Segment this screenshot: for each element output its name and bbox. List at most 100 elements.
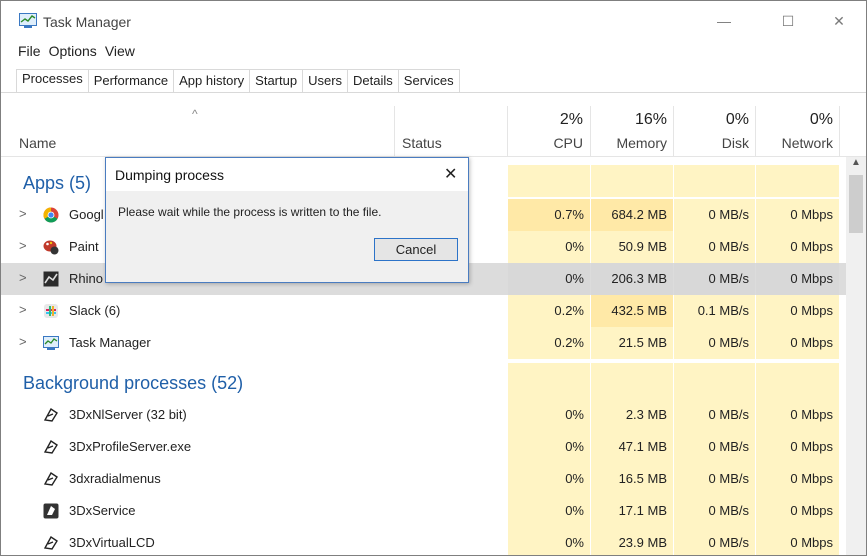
process-name: Paint — [69, 239, 99, 254]
tab-performance[interactable]: Performance — [88, 69, 175, 93]
cell-bg — [508, 363, 590, 399]
cpu-value: 0.7% — [554, 207, 584, 222]
menu-file[interactable]: File — [18, 39, 49, 63]
group-title-background: Background processes (52) — [23, 373, 244, 393]
disk-total[interactable]: 0% — [674, 111, 749, 129]
tab-services[interactable]: Services — [398, 69, 460, 93]
cell-bg — [591, 165, 673, 197]
menu-bar: File Options View — [1, 39, 143, 63]
disk-value: 0 MB/s — [708, 503, 749, 518]
column-memory[interactable]: Memory — [591, 135, 667, 151]
column-disk[interactable]: Disk — [674, 135, 749, 151]
table-row[interactable]: 3DxProfileServer.exe 0% 47.1 MB 0 MB/s 0… — [1, 431, 846, 463]
column-divider[interactable] — [839, 106, 840, 156]
cpu-value: 0% — [565, 407, 584, 422]
cpu-total[interactable]: 2% — [508, 111, 583, 129]
3dx-icon — [43, 439, 58, 454]
column-network[interactable]: Network — [756, 135, 833, 151]
minimize-button[interactable]: — — [706, 7, 742, 35]
group-title-apps: Apps (5) — [23, 173, 92, 193]
memory-value: 432.5 MB — [611, 303, 667, 318]
cell-bg — [591, 363, 673, 399]
cell-bg — [674, 165, 755, 197]
3dx-icon — [43, 535, 58, 550]
network-value: 0 Mbps — [790, 407, 833, 422]
cancel-button[interactable]: Cancel — [374, 238, 458, 261]
process-name: 3dxradialmenus — [69, 471, 161, 486]
disk-value: 0 MB/s — [708, 471, 749, 486]
network-total[interactable]: 0% — [756, 111, 833, 129]
3dx-icon — [43, 407, 58, 422]
3dx-icon — [43, 471, 58, 486]
process-name: 3DxProfileServer.exe — [69, 439, 192, 454]
chevron-right-icon[interactable]: > — [19, 238, 27, 253]
process-name: Googl — [69, 207, 104, 222]
memory-value: 23.9 MB — [618, 535, 667, 550]
table-row[interactable]: 3DxService 0% 17.1 MB 0 MB/s 0 Mbps — [1, 495, 846, 527]
3dx-service-icon — [43, 503, 59, 519]
memory-value: 2.3 MB — [625, 407, 667, 422]
memory-total[interactable]: 16% — [591, 111, 667, 129]
table-row[interactable]: 3DxNlServer (32 bit) 0% 2.3 MB 0 MB/s 0 … — [1, 399, 846, 431]
table-row[interactable]: 3DxVirtualLCD 0% 23.9 MB 0 MB/s 0 Mbps — [1, 527, 846, 555]
column-name[interactable]: Name — [19, 135, 56, 151]
menu-options[interactable]: Options — [49, 39, 105, 63]
tab-details[interactable]: Details — [348, 69, 399, 93]
tab-processes[interactable]: Processes — [16, 69, 89, 93]
disk-value: 0.1 MB/s — [697, 303, 749, 318]
cell-bg — [756, 165, 839, 197]
network-value: 0 Mbps — [790, 271, 833, 286]
dumping-process-dialog: Dumping process ✕ Please wait while the … — [105, 157, 469, 283]
column-status[interactable]: Status — [402, 135, 442, 151]
table-row[interactable]: > Slack (6) 0.2% 432.5 MB 0.1 MB/s 0 Mbp… — [1, 295, 846, 327]
network-value: 0 Mbps — [790, 239, 833, 254]
maximize-button[interactable]: ☐ — [770, 7, 806, 35]
cpu-value: 0.2% — [554, 303, 584, 318]
chevron-right-icon[interactable]: > — [19, 270, 27, 285]
slack-icon — [44, 304, 58, 318]
chevron-right-icon[interactable]: > — [19, 334, 27, 349]
memory-value: 21.5 MB — [618, 335, 667, 350]
process-name: Slack (6) — [69, 303, 121, 318]
process-name: 3DxService — [69, 503, 136, 518]
disk-value: 0 MB/s — [708, 239, 749, 254]
disk-value: 0 MB/s — [708, 335, 749, 350]
menu-view[interactable]: View — [105, 39, 143, 63]
close-button[interactable]: ✕ — [821, 7, 857, 35]
tab-strip: Processes Performance App history Startu… — [16, 69, 460, 93]
network-value: 0 Mbps — [790, 471, 833, 486]
process-name: Rhino — [69, 271, 103, 286]
scroll-up-arrow-icon[interactable]: ▲ — [846, 157, 866, 173]
table-row[interactable]: > Task Manager 0.2% 21.5 MB 0 MB/s 0 Mbp… — [1, 327, 846, 359]
cpu-value: 0% — [565, 503, 584, 518]
memory-value: 17.1 MB — [618, 503, 667, 518]
memory-value: 16.5 MB — [618, 471, 667, 486]
title-bar[interactable]: Task Manager — ☐ ✕ — [1, 1, 866, 39]
tab-startup[interactable]: Startup — [250, 69, 304, 93]
dialog-close-button[interactable]: ✕ — [444, 164, 457, 184]
memory-value: 50.9 MB — [618, 239, 667, 254]
tab-app-history[interactable]: App history — [174, 69, 251, 93]
paint-icon — [43, 240, 59, 255]
rhino-icon — [43, 271, 59, 287]
dialog-title: Dumping process — [115, 167, 224, 183]
task-manager-window: Task Manager — ☐ ✕ File Options View Pro… — [0, 0, 867, 556]
cpu-value: 0.2% — [554, 335, 584, 350]
memory-value: 684.2 MB — [611, 207, 667, 222]
table-row[interactable]: 3dxradialmenus 0% 16.5 MB 0 MB/s 0 Mbps — [1, 463, 846, 495]
task-manager-icon — [43, 336, 59, 350]
column-divider[interactable] — [394, 106, 395, 156]
cell-bg — [508, 165, 590, 197]
window-title: Task Manager — [43, 14, 131, 30]
disk-value: 0 MB/s — [708, 407, 749, 422]
cell-bg — [674, 363, 755, 399]
scroll-thumb[interactable] — [849, 175, 863, 233]
cpu-value: 0% — [565, 271, 584, 286]
tab-users[interactable]: Users — [303, 69, 349, 93]
cpu-value: 0% — [565, 471, 584, 486]
chevron-right-icon[interactable]: > — [19, 302, 27, 317]
chevron-right-icon[interactable]: > — [19, 206, 27, 221]
disk-value: 0 MB/s — [708, 271, 749, 286]
column-cpu[interactable]: CPU — [508, 135, 583, 151]
sort-arrow-icon: ^ — [192, 107, 198, 121]
